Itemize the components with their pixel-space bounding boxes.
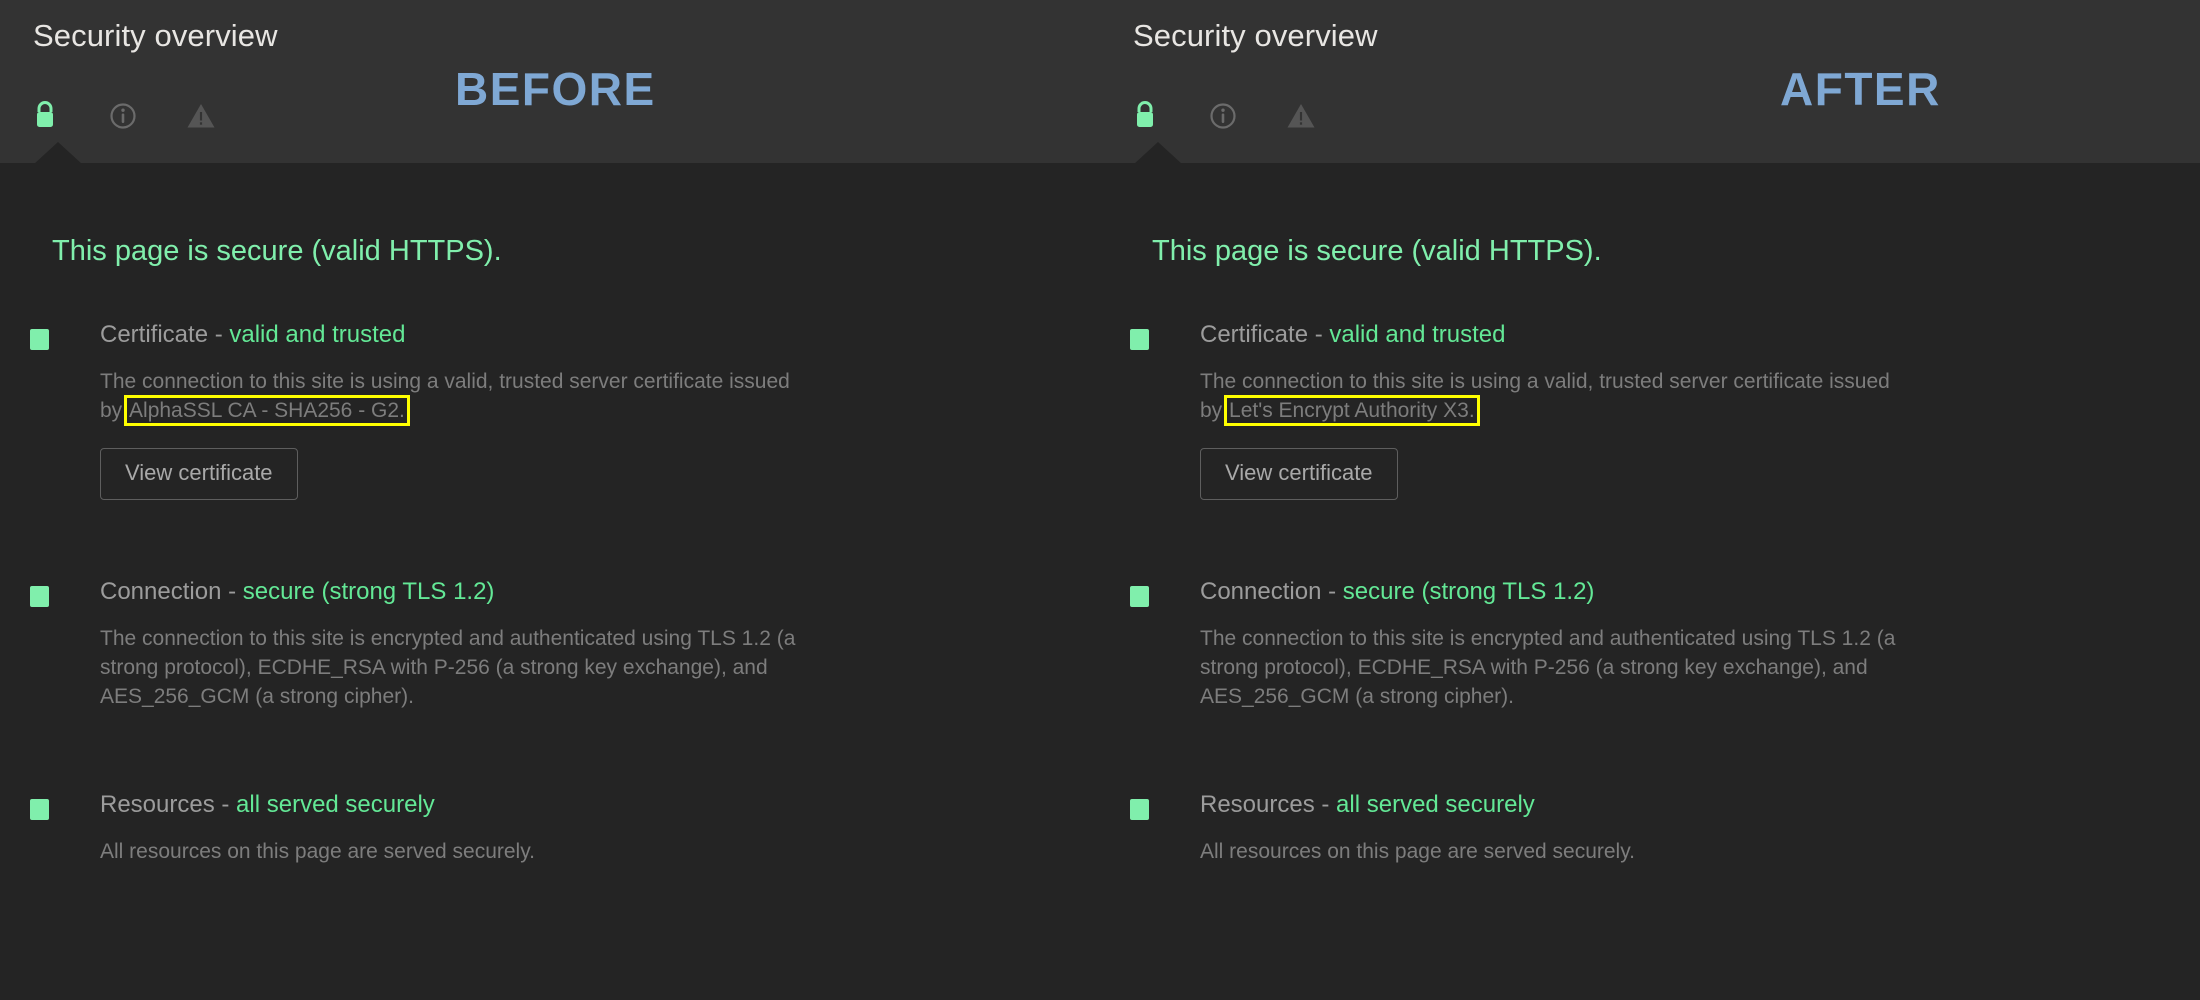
security-sections-after: Certificate - valid and trusted The conn… [1100,320,2200,867]
warning-triangle-icon[interactable] [186,99,216,131]
section-separator: - [1308,321,1330,348]
info-circle-icon[interactable] [1208,99,1238,131]
section-separator: - [1314,790,1337,818]
lock-icon[interactable] [1130,99,1160,131]
section-description: The connection to this site is encrypted… [1200,626,1896,708]
security-icon-tabs-before [30,98,216,132]
panel-before: Security overview BEFORE This page is se… [0,0,1100,1000]
section-resources: Resources - all served securely All reso… [1100,790,2200,867]
page-title: Security overview [1133,18,1378,53]
section-title: Certificate - valid and trusted [100,320,1100,350]
status-bullet-icon [30,798,49,820]
status-bullet-icon [30,585,49,607]
section-value: all served securely [1336,790,1535,818]
section-certificate: Certificate - valid and trusted The conn… [1100,320,2200,500]
secure-status-heading: This page is secure (valid HTTPS). [52,235,502,267]
section-connection: Connection - secure (strong TLS 1.2) The… [1100,577,2200,712]
section-value: valid and trusted [1329,321,1506,348]
section-label: Connection [1200,577,1322,605]
section-label: Certificate [1200,321,1309,348]
view-certificate-button[interactable]: View certificate [1200,447,1398,500]
section-separator: - [208,321,230,348]
lock-icon[interactable] [30,99,60,131]
security-icon-tabs-after [1130,98,1316,132]
section-title: Connection - secure (strong TLS 1.2) [1200,577,2200,607]
section-description: All resources on this page are served se… [100,839,535,863]
section-certificate: Certificate - valid and trusted The conn… [0,320,1100,500]
security-sections-before: Certificate - valid and trusted The conn… [0,320,1100,867]
certificate-authority-highlight: AlphaSSL CA - SHA256 - G2. [124,394,410,426]
section-connection: Connection - secure (strong TLS 1.2) The… [0,577,1100,712]
annotation-label-before: BEFORE [455,63,656,115]
section-label: Resources [100,790,215,818]
popup-caret-after [1134,142,1182,164]
section-label: Connection [100,577,222,605]
section-value: all served securely [236,790,435,818]
section-description: The connection to this site is encrypted… [100,626,796,708]
view-certificate-button[interactable]: View certificate [100,447,298,500]
section-description: The connection to this site is using a v… [100,368,800,426]
status-bullet-icon [1130,585,1149,607]
section-separator: - [221,577,243,605]
certificate-authority-highlight: Let's Encrypt Authority X3. [1224,394,1480,426]
annotation-label-after: AFTER [1780,63,1941,115]
security-popup-body-after: This page is secure (valid HTTPS). Certi… [1100,163,2200,1000]
info-circle-icon[interactable] [108,99,138,131]
section-description: All resources on this page are served se… [1200,839,1635,863]
section-description: The connection to this site is using a v… [1200,368,1900,426]
section-title: Resources - all served securely [1200,790,2200,820]
secure-status-heading: This page is secure (valid HTTPS). [1152,235,1602,267]
warning-triangle-icon[interactable] [1286,99,1316,131]
status-bullet-icon [1130,798,1149,820]
security-popup-body-before: This page is secure (valid HTTPS). Certi… [0,163,1100,1000]
security-popup-header-after: Security overview AFTER [1100,0,2200,164]
section-title: Resources - all served securely [100,790,1100,820]
status-bullet-icon [30,329,49,350]
security-overview-comparison: Security overview BEFORE This page is se… [0,0,2200,1000]
section-value: secure (strong TLS 1.2) [242,577,495,605]
section-title: Certificate - valid and trusted [1200,320,2200,350]
section-value: valid and trusted [229,321,406,348]
panel-container: Security overview BEFORE This page is se… [0,0,2200,1000]
section-label: Certificate [100,321,209,348]
section-separator: - [214,790,237,818]
popup-caret-before [34,142,82,164]
section-separator: - [1321,577,1343,605]
page-title: Security overview [33,18,278,53]
section-title: Connection - secure (strong TLS 1.2) [100,577,1100,607]
section-value: secure (strong TLS 1.2) [1342,577,1595,605]
section-resources: Resources - all served securely All reso… [0,790,1100,867]
panel-after: Security overview AFTER This page is sec… [1100,0,2200,1000]
section-label: Resources [1200,790,1315,818]
status-bullet-icon [1130,329,1149,350]
security-popup-header-before: Security overview BEFORE [0,0,1100,164]
